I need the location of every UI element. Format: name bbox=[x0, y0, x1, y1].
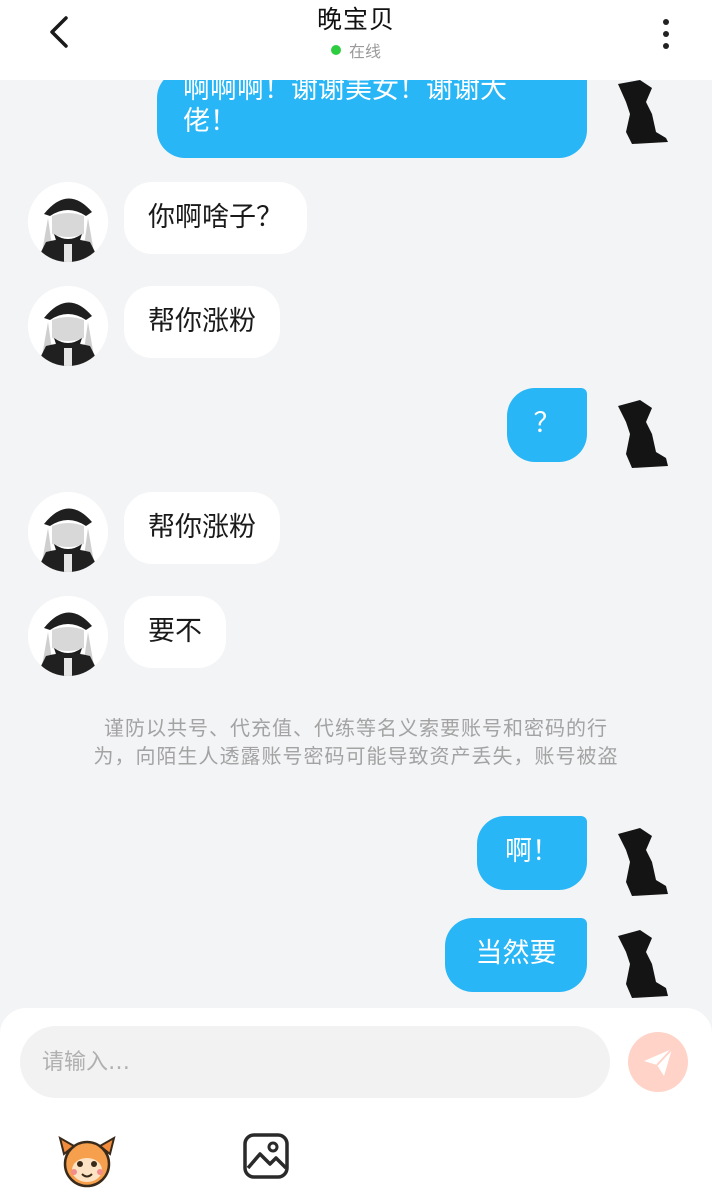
anime-character-avatar-icon bbox=[28, 596, 108, 676]
contact-avatar[interactable] bbox=[28, 492, 108, 572]
silhouette-avatar-icon bbox=[618, 80, 668, 144]
emoji-button[interactable] bbox=[56, 1128, 118, 1190]
message-bubble-outgoing[interactable]: 啊啊啊！谢谢美女！谢谢大 佬！ bbox=[157, 70, 587, 158]
contact-avatar[interactable] bbox=[28, 182, 108, 262]
mascot-emoji-icon bbox=[58, 1135, 116, 1188]
notice-line: 为，向陌生人透露账号密码可能导致资产丢失，账号被盗 bbox=[93, 744, 619, 768]
contact-avatar[interactable] bbox=[28, 286, 108, 366]
my-avatar[interactable] bbox=[596, 922, 688, 1010]
anime-character-avatar-icon bbox=[28, 286, 108, 366]
chat-title-block: 晚宝贝 在线 bbox=[0, 4, 712, 62]
status-text: 在线 bbox=[348, 42, 381, 61]
contact-avatar[interactable] bbox=[28, 596, 108, 676]
message-text: 佬！ bbox=[183, 106, 237, 137]
more-vertical-icon bbox=[663, 31, 669, 37]
message-text: 当然要 bbox=[475, 938, 557, 969]
message-bubble-outgoing[interactable]: ？ bbox=[507, 388, 587, 462]
message-bubble-outgoing[interactable]: 当然要 bbox=[445, 918, 587, 992]
image-picker-button[interactable] bbox=[240, 1130, 292, 1182]
notice-line: 谨防以共号、代充值、代练等名义索要账号和密码的行 bbox=[104, 716, 608, 740]
message-text: 要不 bbox=[148, 616, 202, 647]
send-icon bbox=[644, 1048, 673, 1076]
message-text: 帮你涨粉 bbox=[148, 306, 256, 337]
message-input[interactable] bbox=[20, 1026, 610, 1098]
chat-header: 晚宝贝 在线 bbox=[0, 0, 712, 80]
composer-bar bbox=[0, 1008, 712, 1193]
image-icon bbox=[243, 1133, 289, 1179]
contact-name: 晚宝贝 bbox=[316, 5, 395, 34]
anime-character-avatar-icon bbox=[28, 492, 108, 572]
silhouette-avatar-icon bbox=[618, 400, 668, 468]
online-dot-icon bbox=[330, 45, 341, 55]
message-list[interactable]: 啊啊啊！谢谢美女！谢谢大 佬！ 你啊啥子？ 帮你涨粉 ？ 帮你涨粉 要不 谨防以… bbox=[0, 0, 712, 1010]
silhouette-avatar-icon bbox=[618, 930, 668, 998]
message-bubble-incoming[interactable]: 帮你涨粉 bbox=[124, 286, 280, 358]
my-avatar[interactable] bbox=[596, 388, 688, 480]
send-button[interactable] bbox=[628, 1032, 688, 1092]
my-avatar[interactable] bbox=[596, 820, 688, 912]
security-notice: 谨防以共号、代充值、代练等名义索要账号和密码的行 为，向陌生人透露账号密码可能导… bbox=[40, 714, 672, 770]
online-status: 在线 bbox=[0, 38, 712, 62]
message-bubble-outgoing[interactable]: 啊！ bbox=[477, 816, 587, 890]
message-text: 啊！ bbox=[505, 836, 559, 867]
anime-character-avatar-icon bbox=[28, 182, 108, 262]
silhouette-avatar-icon bbox=[618, 828, 668, 896]
message-text: 帮你涨粉 bbox=[148, 512, 256, 543]
message-text: 你啊啥子？ bbox=[148, 202, 283, 233]
more-vertical-icon bbox=[663, 43, 669, 49]
message-bubble-incoming[interactable]: 帮你涨粉 bbox=[124, 492, 280, 564]
message-bubble-incoming[interactable]: 你啊啥子？ bbox=[124, 182, 307, 254]
more-options-button[interactable] bbox=[644, 12, 688, 56]
more-vertical-icon bbox=[663, 19, 669, 25]
my-avatar[interactable] bbox=[596, 74, 688, 166]
message-bubble-incoming[interactable]: 要不 bbox=[124, 596, 226, 668]
message-text: ？ bbox=[533, 408, 561, 439]
